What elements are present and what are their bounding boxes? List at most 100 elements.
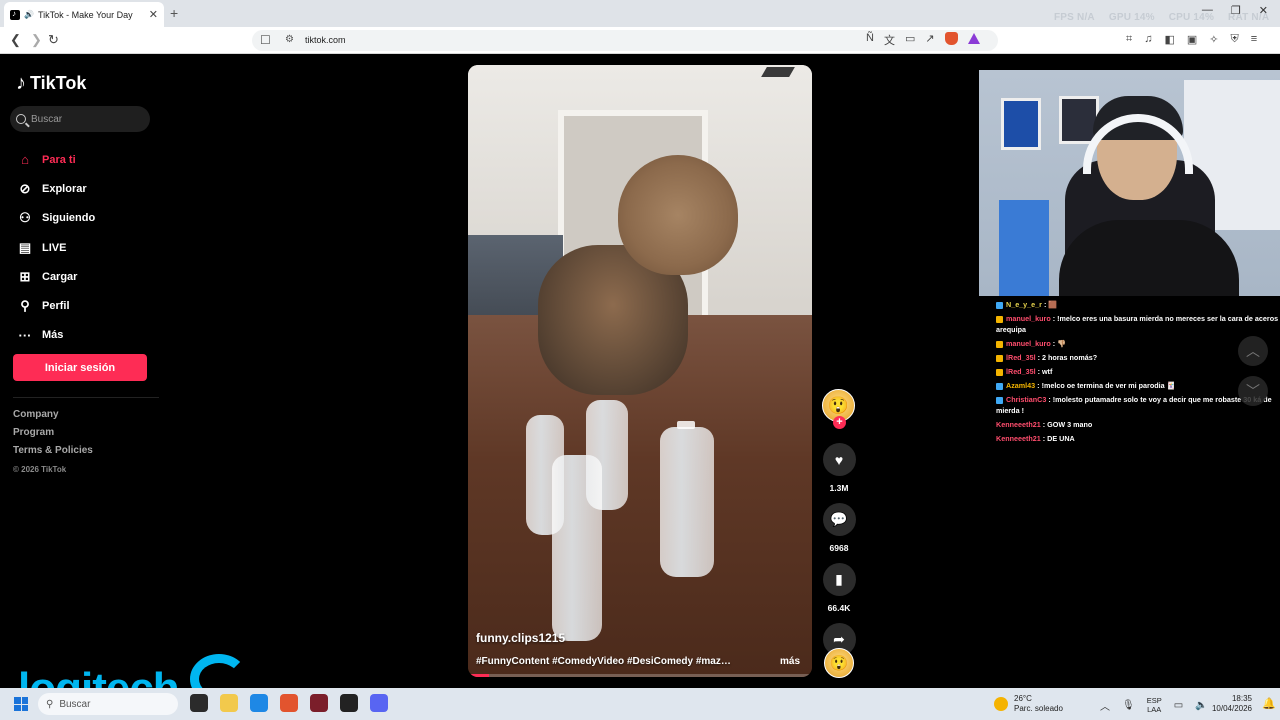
footer-link-terms[interactable]: Terms & Policies — [13, 445, 93, 463]
chat-user: lRed_35l — [1006, 353, 1036, 362]
back-icon[interactable]: ❮ — [10, 32, 21, 48]
taskbar-clock[interactable]: 18:35 10/04/2026 — [1208, 694, 1252, 714]
network-icon[interactable]: ▭ — [1174, 700, 1183, 711]
footer-links: Company Program Terms & Policies © 2026 … — [13, 409, 93, 474]
next-video-chevron-down-icon[interactable]: ﹀ — [1238, 376, 1268, 406]
tiktok-note-icon: ♪ — [16, 72, 26, 94]
sidebar-toggle-icon[interactable]: ◧ — [1164, 33, 1174, 46]
address-actions: Ñ 文 ▭ ↗ — [866, 32, 980, 48]
chat-user: manuel_kuro — [1006, 314, 1051, 323]
video-ceiling-fan — [761, 67, 795, 77]
wallet-icon[interactable]: ▣ — [1187, 33, 1197, 46]
compass-icon: ⊘ — [19, 180, 31, 196]
sidebar-item-explorar[interactable]: ⊘ Explorar — [16, 174, 95, 203]
task-view-icon[interactable] — [190, 694, 208, 712]
tiktok-logo[interactable]: ♪ TikTok — [16, 72, 86, 95]
screenshot-icon[interactable]: ⌗ — [1126, 33, 1132, 46]
chat-user: Kenneeeth21 — [996, 434, 1041, 443]
leo-icon[interactable]: ✧ — [1209, 33, 1218, 46]
video-player[interactable]: funny.clips1215 #FunnyContent #ComedyVid… — [468, 65, 812, 677]
store-icon[interactable] — [250, 694, 268, 712]
speaker-icon[interactable]: 🔊 — [24, 10, 34, 19]
search-box[interactable] — [10, 106, 150, 132]
sidebar-item-perfil[interactable]: ⚲ Perfil — [16, 291, 95, 320]
notifications-bell-icon[interactable]: 🔔 — [1262, 697, 1276, 710]
share-icon[interactable]: ↗ — [925, 32, 934, 48]
volume-icon[interactable]: 🔈 — [1195, 700, 1207, 711]
obs-icon[interactable] — [340, 694, 358, 712]
follow-plus-icon[interactable]: + — [833, 416, 846, 429]
music-disc-avatar[interactable]: 😲 — [824, 648, 854, 678]
webcam-person — [1059, 220, 1239, 296]
author-avatar[interactable]: 😲 + — [822, 389, 855, 429]
sidebar-item-mas[interactable]: ··· Más — [16, 321, 95, 350]
url-text[interactable]: tiktok.com — [305, 35, 346, 45]
close-window-icon[interactable]: ✕ — [1259, 4, 1268, 17]
sidebar-item-para-ti[interactable]: ⌂ Para ti — [16, 145, 95, 174]
address-bar-row: ❮ ❯ ↻ ☐ ⚙ tiktok.com Ñ 文 ▭ ↗ ⌗ ♫ ◧ ▣ ✧ ⛨… — [0, 27, 1280, 54]
footer-link-company[interactable]: Company — [13, 409, 93, 427]
chat-text: 👎🏼 — [1057, 339, 1067, 348]
tray-expand-icon[interactable]: ︿ — [1100, 698, 1110, 713]
restore-icon[interactable]: ❐ — [1231, 4, 1241, 17]
chat-message: N_e_y_e_r: 🟫 — [996, 299, 1280, 310]
brave-shield-icon[interactable] — [944, 32, 958, 45]
new-tab-button[interactable]: + — [170, 5, 178, 21]
previous-video-chevron-up-icon[interactable]: ︿ — [1238, 336, 1268, 366]
site-info-icon[interactable]: ⚙ — [285, 34, 294, 45]
close-tab-icon[interactable]: ✕ — [149, 8, 158, 21]
video-caption: #FunnyContent #ComedyVideo #DesiComedy #… — [476, 656, 736, 667]
bookmark-icon[interactable]: ☐ — [260, 33, 271, 47]
copyright: © 2026 TikTok — [13, 465, 67, 474]
brave-rewards-icon[interactable] — [967, 33, 980, 44]
webcam-figure — [999, 200, 1049, 296]
discord-icon[interactable] — [370, 694, 388, 712]
cast-icon[interactable]: ▭ — [905, 32, 915, 48]
chat-badge-icon — [996, 396, 1003, 404]
menu-icon[interactable]: ≡ — [1251, 33, 1257, 46]
video-progress-track[interactable] — [468, 674, 812, 677]
browser-tab-strip: 🔊 TikTok - Make Your Day ✕ + FPS N/A GPU… — [0, 0, 1280, 27]
water-bottle — [660, 427, 714, 577]
file-explorer-icon[interactable] — [220, 694, 238, 712]
footer-link-program[interactable]: Program — [13, 427, 93, 445]
microphone-icon[interactable]: 🎙 — [1122, 700, 1135, 711]
sidebar-item-siguiendo[interactable]: ⚇ Siguiendo — [16, 204, 95, 233]
voicemeeter-icon[interactable] — [310, 694, 328, 712]
browser-tab[interactable]: 🔊 TikTok - Make Your Day ✕ — [4, 2, 164, 27]
chat-message: manuel_kuro: !melco eres una basura mier… — [996, 314, 1279, 334]
heart-icon[interactable]: ♥ — [822, 443, 856, 476]
bookmark-save-icon[interactable]: ▮ — [822, 563, 856, 596]
comment-icon[interactable]: 💬 — [822, 503, 856, 536]
sidebar-item-cargar[interactable]: ⊞ Cargar — [16, 262, 95, 291]
vpn-icon[interactable]: ⛨ — [1230, 33, 1238, 46]
chat-text: 🟫 — [1048, 300, 1058, 309]
reload-icon[interactable]: ↻ — [48, 32, 59, 48]
chat-user: N_e_y_e_r — [1006, 300, 1042, 309]
forward-icon[interactable]: ❯ — [31, 32, 42, 48]
minimize-icon[interactable]: — — [1202, 4, 1213, 17]
input-language[interactable]: ESP LAA — [1147, 696, 1162, 714]
chat-badge-icon — [996, 340, 1003, 348]
caption-more-link[interactable]: más — [780, 656, 800, 667]
sidebar-item-label: Explorar — [42, 182, 87, 195]
no-tracking-icon[interactable]: Ñ — [866, 32, 874, 48]
taskbar-search[interactable]: ⚲ Buscar — [38, 693, 178, 715]
tab-title: TikTok - Make Your Day — [37, 9, 133, 20]
sidebar-item-live[interactable]: ▤ LIVE — [16, 233, 95, 262]
chat-badge-icon — [996, 315, 1003, 323]
save-count: 66.4K — [827, 603, 851, 613]
video-author[interactable]: funny.clips1215 — [476, 631, 565, 645]
sidebar-item-label: LIVE — [42, 241, 67, 254]
translate-icon[interactable]: 文 — [884, 32, 895, 48]
logo-text: TikTok — [30, 73, 87, 93]
search-icon — [16, 114, 26, 124]
music-icon[interactable]: ♫ — [1144, 33, 1152, 46]
windows-taskbar: ⚲ Buscar 26°C Parc. soleado ︿ 🎙 ESP LAA … — [0, 688, 1280, 720]
windows-start-icon[interactable] — [14, 697, 28, 711]
home-icon: ⌂ — [21, 152, 29, 168]
login-button[interactable]: Iniciar sesión — [13, 354, 147, 381]
search-input[interactable] — [31, 113, 141, 125]
taskbar-weather[interactable]: 26°C Parc. soleado — [994, 694, 1063, 714]
brave-app-icon[interactable] — [280, 694, 298, 712]
